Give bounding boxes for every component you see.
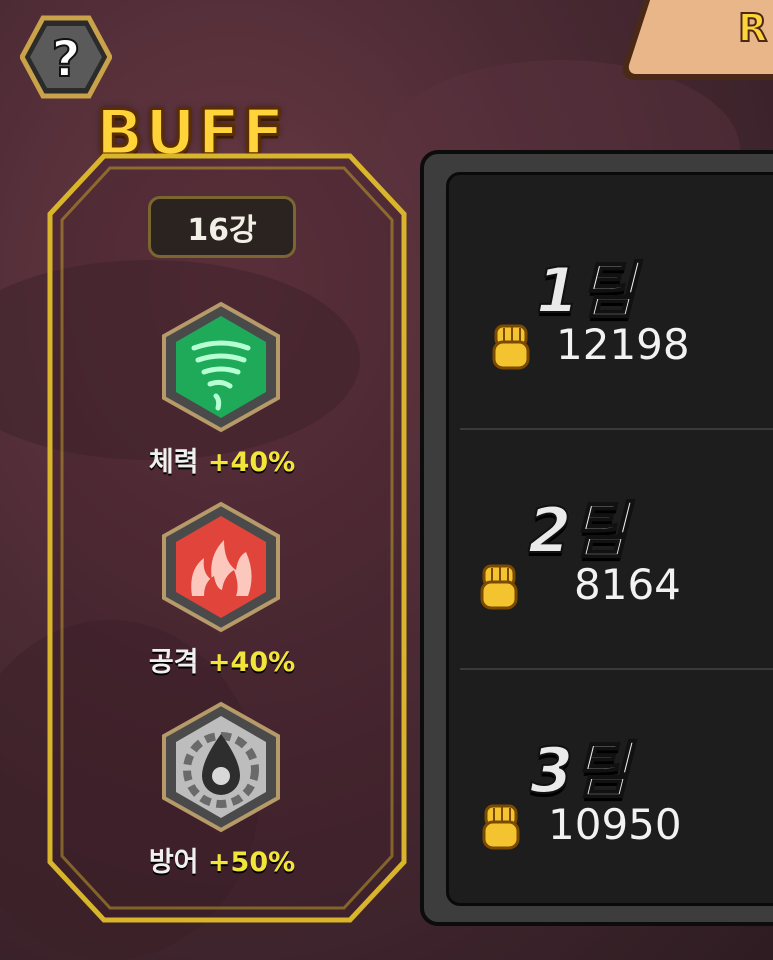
rank-tab-label[interactable]: R bbox=[737, 5, 768, 51]
team-name: 2팀 bbox=[527, 493, 629, 568]
tornado-icon bbox=[162, 301, 280, 433]
buff-name: 공격 bbox=[148, 647, 199, 678]
team-name: 1팀 bbox=[535, 253, 637, 328]
flame-icon bbox=[162, 501, 280, 633]
buff-label-hp: 체력 +40% bbox=[122, 440, 322, 479]
shield-drop-icon bbox=[162, 701, 280, 833]
buff-value: +40% bbox=[207, 647, 296, 678]
buff-label-defense: 방어 +50% bbox=[122, 840, 322, 879]
help-button[interactable]: ? bbox=[20, 14, 112, 100]
buff-label-attack: 공격 +40% bbox=[122, 640, 322, 679]
fist-icon bbox=[482, 804, 520, 850]
help-label: ? bbox=[51, 30, 80, 88]
buff-name: 체력 bbox=[148, 447, 199, 478]
buff-name: 방어 bbox=[148, 847, 199, 878]
buff-value: +40% bbox=[207, 447, 296, 478]
team-power: 10950 bbox=[548, 800, 682, 849]
team-name: 3팀 bbox=[529, 733, 631, 808]
divider bbox=[460, 428, 773, 430]
round-badge: 16강 bbox=[148, 196, 296, 258]
team-power: 12198 bbox=[556, 320, 690, 369]
buff-value: +50% bbox=[207, 847, 296, 878]
team-power: 8164 bbox=[574, 560, 681, 609]
divider bbox=[460, 668, 773, 670]
fist-icon bbox=[492, 324, 530, 370]
fist-icon bbox=[480, 564, 518, 610]
